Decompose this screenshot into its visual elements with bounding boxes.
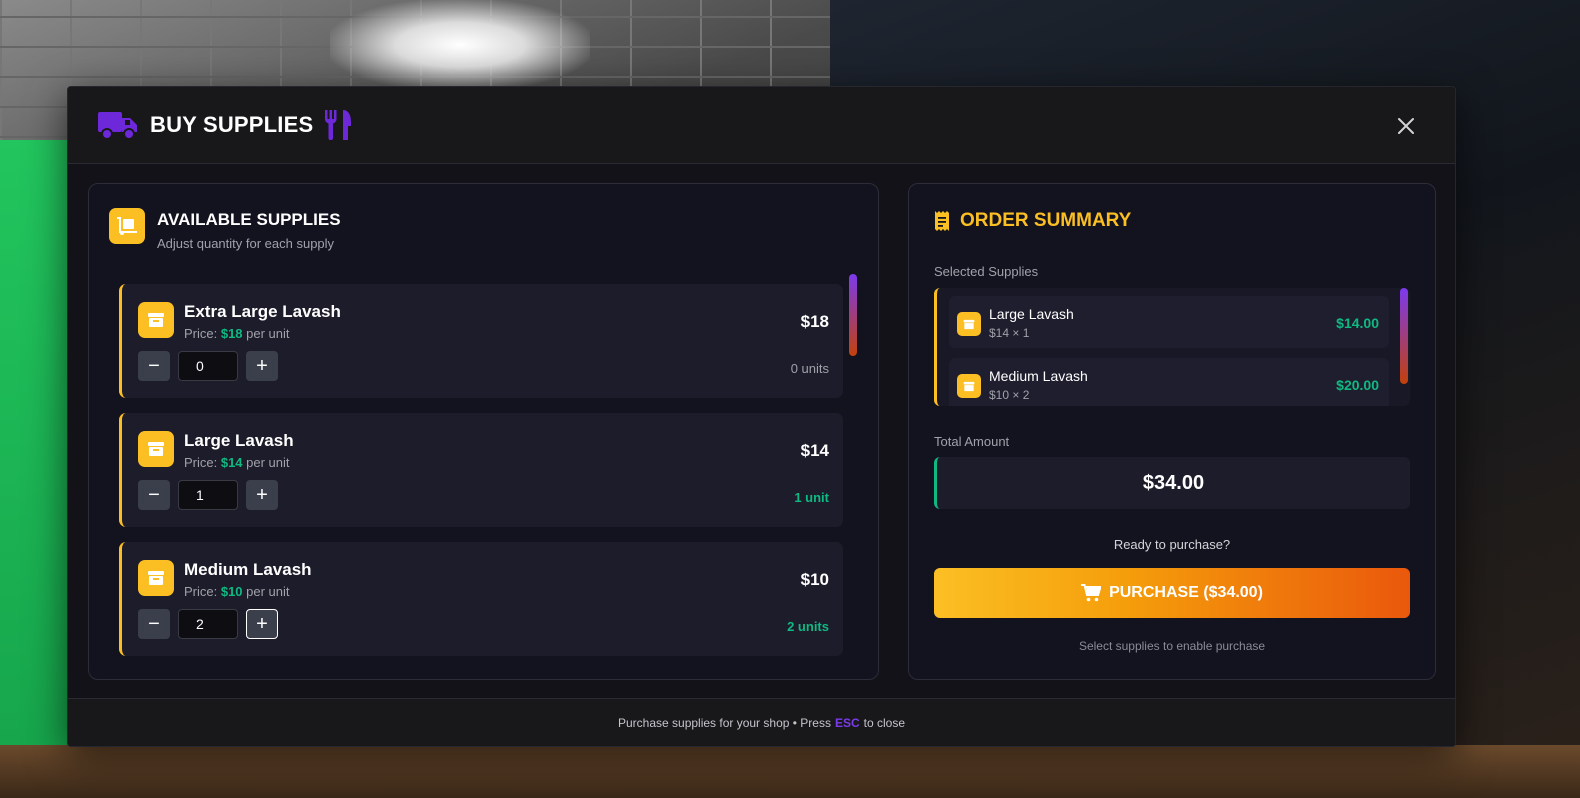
supply-units: 2 units	[787, 619, 829, 634]
quantity-stepper: − +	[138, 351, 278, 381]
background-floor	[0, 745, 1580, 798]
supply-units: 0 units	[790, 361, 829, 376]
increase-button[interactable]: +	[246, 351, 278, 381]
supply-price: $10	[800, 570, 829, 589]
order-summary-title: ORDER SUMMARY	[960, 210, 1132, 231]
total-amount-label: Total Amount	[934, 434, 1010, 449]
box-icon	[957, 374, 981, 398]
quantity-stepper: − +	[138, 480, 278, 510]
supply-name: Medium Lavash	[184, 560, 312, 579]
truck-icon	[98, 112, 137, 140]
buy-supplies-modal: BUY SUPPLIES AVAILABLE SUPPLIES Adjust q…	[67, 86, 1456, 747]
receipt-icon	[935, 211, 949, 231]
close-icon	[1398, 118, 1414, 134]
quantity-input[interactable]	[178, 480, 238, 510]
increase-button[interactable]: +	[246, 609, 278, 639]
available-supplies-subtitle: Adjust quantity for each supply	[157, 236, 335, 251]
modal-footer: Purchase supplies for your shop • Press …	[68, 698, 1455, 746]
close-button[interactable]	[1393, 113, 1419, 139]
selected-item-calc: $14 × 1	[989, 326, 1030, 340]
supply-name: Large Lavash	[184, 431, 294, 450]
ready-text: Ready to purchase?	[1113, 537, 1231, 552]
quantity-input[interactable]	[178, 351, 238, 381]
supply-card-medium-lavash: Medium Lavash Price: $10 per unit $10 − …	[119, 542, 843, 656]
supply-card-large-lavash: Large Lavash Price: $14 per unit $14 − +…	[119, 413, 843, 527]
selected-supplies-list[interactable]: Large Lavash $14 × 1 $14.00 Medium Lavas…	[934, 288, 1410, 406]
cart-icon	[1081, 584, 1102, 602]
purchase-button-label: PURCHASE ($34.00)	[1109, 584, 1263, 601]
increase-button[interactable]: +	[246, 480, 278, 510]
order-summary-panel: ORDER SUMMARY Selected Supplies Large La…	[908, 183, 1436, 680]
background-light	[330, 0, 590, 90]
selected-item-name: Medium Lavash	[989, 368, 1088, 384]
selected-item: Medium Lavash $10 × 2 $20.00	[949, 358, 1389, 406]
selected-item-calc: $10 × 2	[989, 388, 1030, 402]
box-icon	[138, 560, 174, 596]
modal-title: BUY SUPPLIES	[150, 112, 314, 137]
available-supplies-header: AVAILABLE SUPPLIES Adjust quantity for e…	[109, 208, 341, 251]
footer-text: Purchase supplies for your shop • Press	[617, 715, 831, 730]
available-supplies-panel: AVAILABLE SUPPLIES Adjust quantity for e…	[88, 183, 879, 680]
box-icon	[138, 302, 174, 338]
order-summary-header: ORDER SUMMARY	[934, 210, 1131, 232]
background-green-panel	[0, 140, 70, 798]
purchase-button[interactable]: PURCHASE ($34.00)	[934, 568, 1410, 618]
supply-units: 1 unit	[794, 490, 829, 505]
dolly-icon	[109, 208, 145, 244]
supply-list-scrollbar[interactable]	[849, 274, 857, 356]
total-amount-value: $34.00	[934, 457, 1410, 509]
selected-list-scrollbar[interactable]	[1400, 288, 1408, 384]
available-supplies-title: AVAILABLE SUPPLIES	[157, 210, 341, 229]
supply-list[interactable]: Extra Large Lavash Price: $18 per unit $…	[119, 284, 844, 656]
selected-supplies-label: Selected Supplies	[934, 264, 1039, 279]
selected-item-total: $20.00	[1336, 377, 1379, 393]
box-icon	[957, 312, 981, 336]
supply-price: $14	[800, 441, 829, 460]
supply-card-extra-large-lavash: Extra Large Lavash Price: $18 per unit $…	[119, 284, 843, 398]
supply-unit-price: Price: $10 per unit	[184, 584, 290, 599]
esc-key: ESC	[834, 715, 860, 730]
supply-name: Extra Large Lavash	[184, 302, 341, 321]
supply-price: $18	[800, 312, 829, 331]
utensils-icon	[325, 110, 352, 140]
selected-item: Large Lavash $14 × 1 $14.00	[949, 296, 1389, 348]
purchase-hint: Select supplies to enable purchase	[1078, 639, 1266, 653]
selected-item-name: Large Lavash	[989, 306, 1074, 322]
footer-text-end: to close	[863, 715, 906, 730]
decrease-button[interactable]: −	[138, 351, 170, 381]
selected-item-total: $14.00	[1336, 315, 1379, 331]
decrease-button[interactable]: −	[138, 480, 170, 510]
quantity-stepper: − +	[138, 609, 278, 639]
supply-unit-price: Price: $18 per unit	[184, 326, 290, 341]
modal-header: BUY SUPPLIES	[68, 87, 1455, 164]
box-icon	[138, 431, 174, 467]
supply-unit-price: Price: $14 per unit	[184, 455, 290, 470]
decrease-button[interactable]: −	[138, 609, 170, 639]
quantity-input[interactable]	[178, 609, 238, 639]
